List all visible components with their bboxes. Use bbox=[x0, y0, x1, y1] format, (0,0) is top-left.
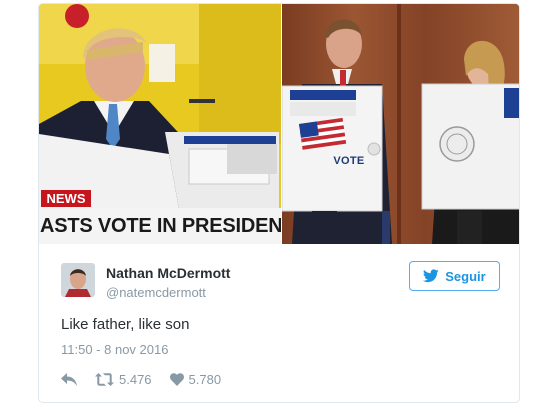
avatar-image bbox=[61, 263, 95, 297]
voting-booth-photo-right bbox=[282, 4, 519, 244]
follow-label: Seguir bbox=[445, 268, 486, 284]
media-photo-right[interactable]: VOTE bbox=[282, 4, 519, 244]
vote-sign: VOTE bbox=[333, 155, 365, 167]
heart-icon bbox=[169, 372, 184, 386]
tweet-card: NEWS ASTS VOTE IN PRESIDENTIAL bbox=[38, 3, 520, 403]
tweet-actions: 5.476 5.780 bbox=[61, 370, 221, 388]
reply-icon bbox=[61, 372, 77, 386]
reply-button[interactable] bbox=[61, 372, 77, 386]
news-tag: NEWS bbox=[41, 190, 91, 207]
retweet-button[interactable]: 5.476 bbox=[95, 372, 152, 387]
like-button[interactable]: 5.780 bbox=[169, 371, 222, 387]
tweet-text: Like father, like son bbox=[61, 316, 190, 333]
retweet-icon bbox=[95, 372, 114, 386]
tweet-media[interactable]: NEWS ASTS VOTE IN PRESIDENTIAL bbox=[39, 4, 519, 244]
news-ticker: ASTS VOTE IN PRESIDENTIAL bbox=[39, 208, 281, 244]
avatar[interactable] bbox=[61, 263, 95, 297]
screen-name[interactable]: @natemcdermott bbox=[106, 285, 206, 300]
tweet-timestamp[interactable]: 11:50 - 8 nov 2016 bbox=[61, 342, 168, 357]
follow-button[interactable]: Seguir bbox=[409, 261, 500, 291]
display-name[interactable]: Nathan McDermott bbox=[106, 265, 230, 281]
like-count: 5.780 bbox=[188, 371, 222, 387]
retweet-count: 5.476 bbox=[119, 371, 152, 387]
twitter-bird-icon bbox=[423, 269, 439, 283]
media-photo-left[interactable]: NEWS ASTS VOTE IN PRESIDENTIAL bbox=[39, 4, 281, 244]
